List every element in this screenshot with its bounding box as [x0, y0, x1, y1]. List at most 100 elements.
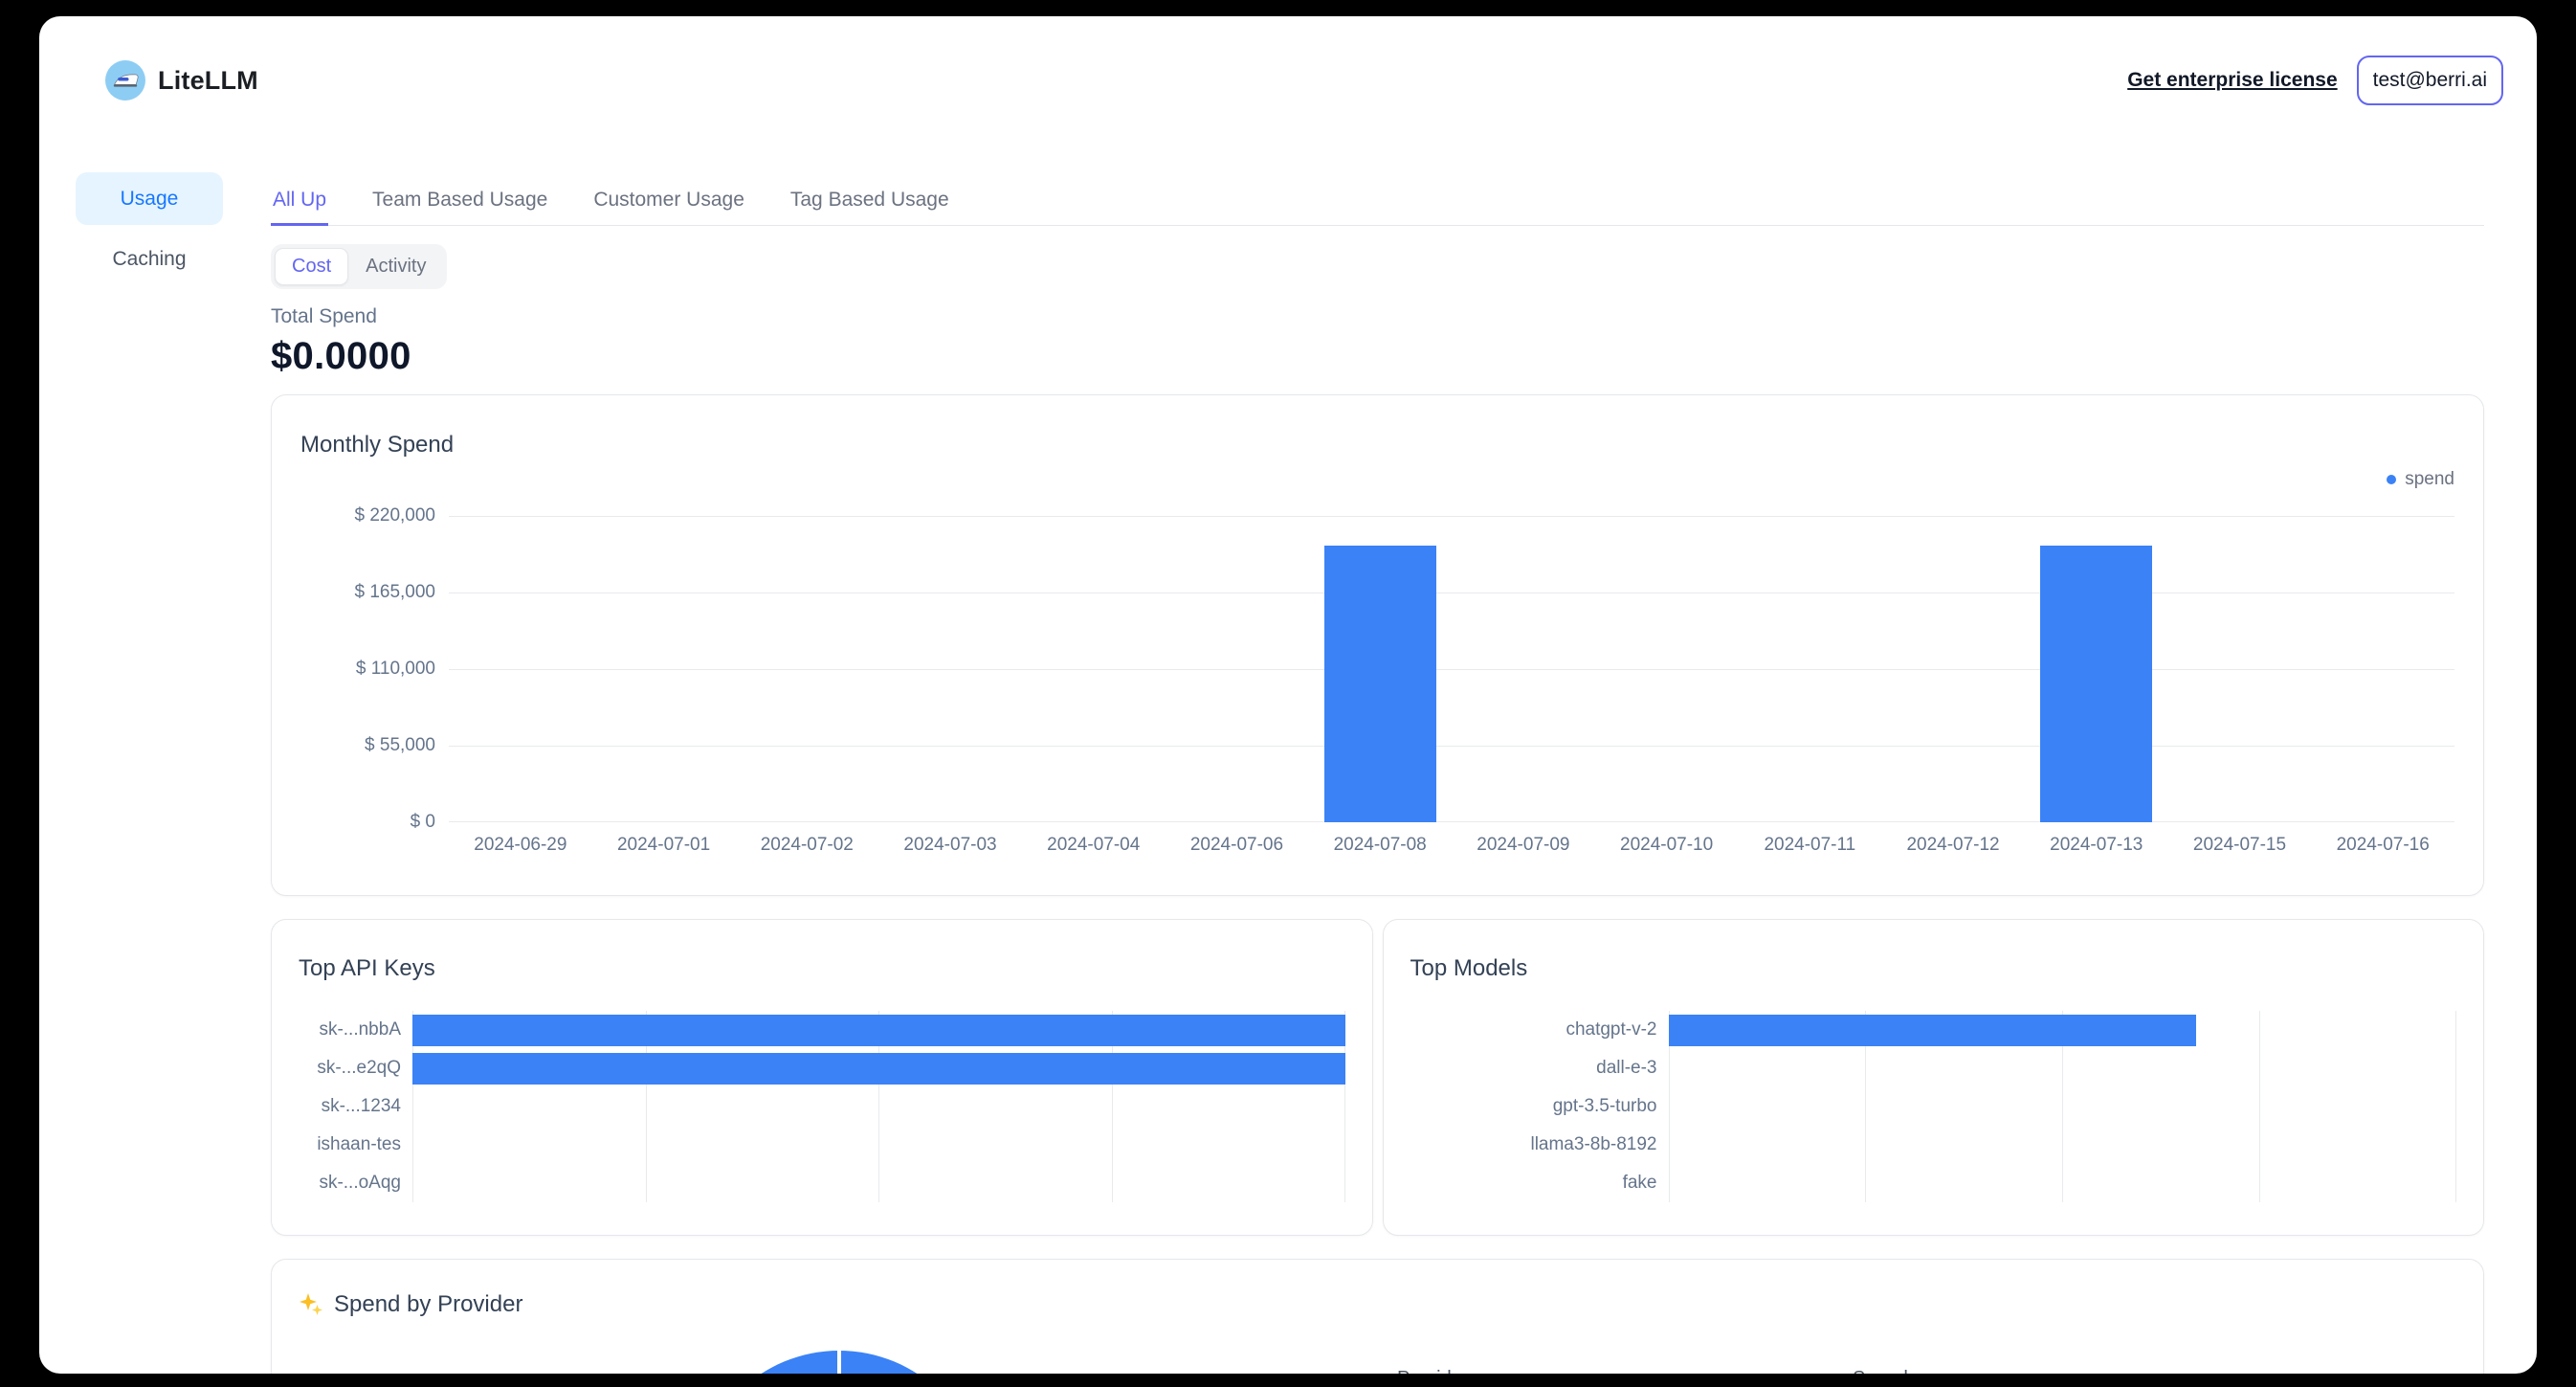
legend-label: spend [2405, 469, 2454, 490]
sidebar: Usage Caching [39, 172, 271, 1374]
provider-table-header-provider: Provider [1397, 1368, 1468, 1374]
bar [412, 1053, 1345, 1085]
top-api-keys-card: Top API Keys sk-...nbbAsk-...e2qQsk-...1… [271, 919, 1373, 1236]
monthly-spend-card: Monthly Spend spend $ 220,000 $ 165,000 $ … [271, 394, 2484, 896]
chart-legend: spend [300, 468, 2454, 491]
y-axis-tick-label: $ 110,000 [356, 659, 435, 680]
app-title: LiteLLM [158, 66, 258, 96]
tab-all-up[interactable]: All Up [271, 189, 328, 226]
spend-by-provider-card: Spend by Provider Provider Spend [271, 1259, 2484, 1374]
sidebar-item-caching[interactable]: Caching [76, 233, 223, 285]
x-axis-tick-label: 2024-07-12 [1881, 835, 2025, 856]
x-axis-tick-label: 2024-07-03 [878, 835, 1022, 856]
bar-category-label: ishaan-tes [299, 1126, 412, 1164]
get-enterprise-license-link[interactable]: Get enterprise license [2127, 69, 2337, 92]
y-axis-tick-label: $ 220,000 [354, 505, 435, 526]
bar-row [412, 1164, 1345, 1202]
bar-category-label: sk-...1234 [299, 1087, 412, 1126]
bar-row [1669, 1164, 2457, 1202]
monthly-x-axis: 2024-06-292024-07-012024-07-022024-07-03… [449, 835, 2454, 856]
tab-bar: All Up Team Based Usage Customer Usage T… [271, 189, 2484, 226]
y-axis-tick-label: $ 165,000 [354, 582, 435, 603]
total-spend-value: $0.0000 [271, 335, 2484, 378]
bar-category-label: chatgpt-v-2 [1410, 1011, 1669, 1049]
bar [412, 1015, 1345, 1046]
bars-layer [449, 516, 2454, 822]
tab-customer-usage[interactable]: Customer Usage [591, 189, 746, 226]
cost-activity-toggle: Cost Activity [271, 244, 447, 289]
monthly-y-axis: $ 220,000$ 165,000$ 110,000$ 55,000$ 0 [300, 516, 449, 822]
sidebar-item-usage[interactable]: Usage [76, 172, 223, 225]
x-axis-tick-label: 2024-07-11 [1738, 835, 1881, 856]
top-api-keys-title: Top API Keys [299, 955, 1345, 982]
monthly-spend-title: Monthly Spend [300, 432, 2454, 459]
apikeys-plot [412, 1011, 1345, 1202]
x-axis-tick-label: 2024-07-09 [1452, 835, 1595, 856]
bar-row [1669, 1126, 2457, 1164]
top-bar: LiteLLM Get enterprise license test@berr… [39, 16, 2537, 101]
rows-layer [412, 1011, 1345, 1202]
train-icon [112, 71, 139, 90]
rows-layer [1669, 1011, 2457, 1202]
x-axis-tick-label: 2024-07-01 [592, 835, 736, 856]
spend-by-provider-title: Spend by Provider [334, 1291, 522, 1318]
bar-category-label: sk-...nbbA [299, 1011, 412, 1049]
x-axis-tick-label: 2024-07-02 [735, 835, 878, 856]
spend-by-provider-title-row: Spend by Provider [299, 1291, 522, 1318]
user-email-button[interactable]: test@berri.ai [2357, 56, 2503, 105]
y-axis-tick-label: $ 55,000 [365, 735, 435, 756]
models-labels: chatgpt-v-2dall-e-3gpt-3.5-turbollama3-8… [1410, 1011, 1669, 1202]
total-spend-block: Total Spend $0.0000 [271, 305, 2484, 378]
app-window: LiteLLM Get enterprise license test@berr… [39, 16, 2537, 1374]
total-spend-label: Total Spend [271, 305, 2484, 328]
bar-row [1669, 1011, 2457, 1049]
pie-segment-divider [837, 1351, 841, 1374]
bar-row [412, 1049, 1345, 1087]
litellm-logo-icon [105, 60, 145, 101]
tab-tag-based-usage[interactable]: Tag Based Usage [788, 189, 951, 226]
provider-table-header-spend: Spend [1853, 1368, 1908, 1374]
x-axis-tick-label: 2024-07-08 [1308, 835, 1452, 856]
monthly-plot [449, 516, 2454, 822]
sparkles-icon [299, 1292, 323, 1317]
spend-bar [1324, 546, 1436, 822]
legend-dot [2387, 475, 2396, 484]
bar-category-label: gpt-3.5-turbo [1410, 1087, 1669, 1126]
bar-category-label: sk-...e2qQ [299, 1049, 412, 1087]
y-axis-tick-label: $ 0 [411, 812, 435, 833]
tab-team-based-usage[interactable]: Team Based Usage [370, 189, 549, 226]
bar-row [1669, 1087, 2457, 1126]
monthly-spend-chart: $ 220,000$ 165,000$ 110,000$ 55,000$ 0 [300, 516, 2454, 822]
models-plot [1669, 1011, 2457, 1202]
bar-row [412, 1087, 1345, 1126]
toggle-option-activity[interactable]: Activity [348, 248, 443, 285]
apikeys-labels: sk-...nbbAsk-...e2qQsk-...1234ishaan-tes… [299, 1011, 412, 1202]
bar [1669, 1015, 2197, 1046]
top-models-chart: chatgpt-v-2dall-e-3gpt-3.5-turbollama3-8… [1410, 1011, 2457, 1202]
x-axis-tick-label: 2024-07-13 [2025, 835, 2168, 856]
bar-category-label: fake [1410, 1164, 1669, 1202]
bar-category-label: dall-e-3 [1410, 1049, 1669, 1087]
x-axis-tick-label: 2024-07-16 [2311, 835, 2454, 856]
bar-slot [1308, 546, 1452, 822]
bar-row [1669, 1049, 2457, 1087]
bar-row [412, 1011, 1345, 1049]
main-panel: All Up Team Based Usage Customer Usage T… [271, 189, 2484, 1374]
x-axis-tick-label: 2024-07-15 [2168, 835, 2312, 856]
x-axis-tick-label: 2024-07-10 [1595, 835, 1739, 856]
cards-row: Top API Keys sk-...nbbAsk-...e2qQsk-...1… [271, 919, 2484, 1236]
x-axis-tick-label: 2024-06-29 [449, 835, 592, 856]
spend-bar [2040, 546, 2152, 822]
x-axis-tick-label: 2024-07-06 [1166, 835, 1309, 856]
content-row: Usage Caching All Up Team Based Usage Cu… [39, 172, 2537, 1374]
x-axis-tick-label: 2024-07-04 [1022, 835, 1166, 856]
bar-row [412, 1126, 1345, 1164]
toggle-option-cost[interactable]: Cost [275, 248, 348, 285]
bar-slot [2025, 546, 2168, 822]
bar-category-label: sk-...oAqg [299, 1164, 412, 1202]
top-models-title: Top Models [1410, 955, 2457, 982]
top-models-card: Top Models chatgpt-v-2dall-e-3gpt-3.5-tu… [1383, 919, 2485, 1236]
top-api-keys-chart: sk-...nbbAsk-...e2qQsk-...1234ishaan-tes… [299, 1011, 1345, 1202]
bar-category-label: llama3-8b-8192 [1410, 1126, 1669, 1164]
provider-pie-chart [696, 1351, 983, 1374]
